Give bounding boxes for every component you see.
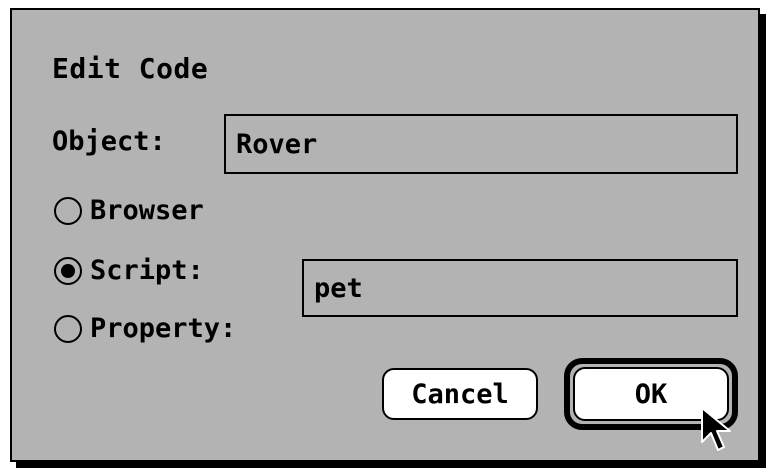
arrow-pointer-icon bbox=[701, 407, 731, 451]
radio-browser-label: Browser bbox=[90, 195, 204, 226]
cancel-button[interactable]: Cancel bbox=[382, 368, 538, 420]
edit-code-dialog: Edit Code Object: Browser Script: Proper… bbox=[10, 8, 760, 462]
object-label: Object: bbox=[52, 126, 166, 157]
radio-property-label: Property: bbox=[90, 313, 237, 344]
radio-property-button[interactable] bbox=[54, 314, 82, 343]
script-name-field[interactable] bbox=[302, 259, 738, 317]
radio-script[interactable]: Script: bbox=[54, 255, 204, 286]
radio-browser-button[interactable] bbox=[54, 196, 82, 225]
dialog-title: Edit Code bbox=[52, 52, 209, 85]
radio-script-label: Script: bbox=[90, 255, 204, 286]
radio-property[interactable]: Property: bbox=[54, 313, 236, 344]
object-field[interactable] bbox=[224, 114, 738, 174]
radio-browser[interactable]: Browser bbox=[54, 195, 204, 226]
radio-script-button[interactable] bbox=[54, 256, 82, 285]
